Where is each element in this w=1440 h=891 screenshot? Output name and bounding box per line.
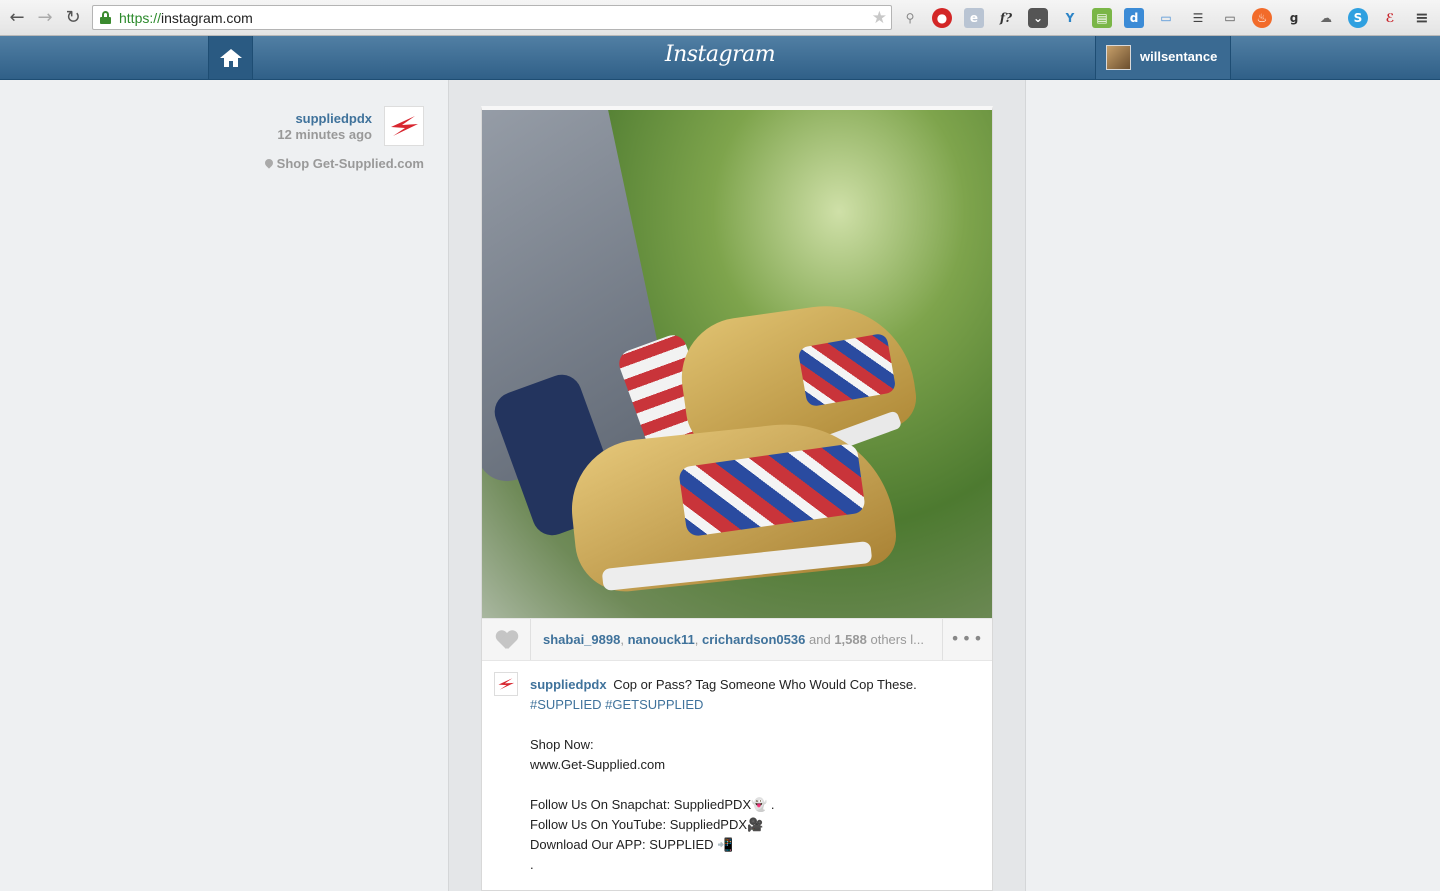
adblock-extension-icon[interactable]: ● (932, 8, 952, 28)
instagram-header: Instagram willsentance (0, 36, 1440, 80)
post-location-link[interactable]: Shop Get-Supplied.com (262, 156, 424, 171)
heart-icon (496, 631, 518, 651)
caption-author-avatar[interactable] (494, 672, 518, 696)
liker-link[interactable]: crichardson0536 (702, 632, 805, 647)
caption-shop-label: Shop Now: (530, 737, 594, 752)
delicious-extension-icon[interactable]: d (1124, 8, 1144, 28)
like-button[interactable] (482, 619, 531, 660)
buffer-extension-icon[interactable]: Y (1060, 8, 1080, 28)
post-card: shabai_9898, nanouck11, crichardson0536 … (481, 106, 993, 891)
search-extension-icon[interactable]: ⚲ (900, 8, 920, 28)
caption-username-link[interactable]: suppliedpdx (530, 677, 607, 692)
likes-bar: shabai_9898, nanouck11, crichardson0536 … (482, 618, 992, 661)
folder-extension-icon[interactable]: ▭ (1156, 8, 1176, 28)
more-options-button[interactable]: ••• (942, 619, 992, 660)
author-username-link[interactable]: suppliedpdx (295, 111, 372, 126)
cast-extension-icon[interactable]: ▭ (1220, 8, 1240, 28)
likes-summary: shabai_9898, nanouck11, crichardson0536 … (543, 632, 924, 647)
like-count[interactable]: 1,588 (834, 632, 867, 647)
liker-link[interactable]: shabai_9898 (543, 632, 620, 647)
address-bar[interactable]: https://instagram.com ★ (92, 5, 892, 30)
grammarly-extension-icon[interactable]: g (1284, 8, 1304, 28)
back-icon[interactable]: ← (6, 7, 28, 29)
forward-icon[interactable]: → (34, 7, 56, 29)
caption-shop-url: www.Get-Supplied.com (530, 757, 666, 772)
caption-app: Download Our APP: SUPPLIED 📲 (530, 837, 734, 852)
liker-link[interactable]: nanouck11 (628, 632, 695, 647)
username-label: willsentance (1140, 49, 1218, 64)
home-button[interactable] (208, 36, 253, 79)
supplied-logo-icon (498, 678, 515, 690)
author-avatar[interactable] (384, 106, 424, 146)
cloud-extension-icon[interactable]: ☁ (1316, 8, 1336, 28)
user-avatar (1106, 45, 1131, 70)
fire-extension-icon[interactable]: ♨ (1252, 8, 1272, 28)
print-extension-icon[interactable]: ▤ (1092, 8, 1112, 28)
caption-dot: . (530, 857, 534, 872)
instagram-logo[interactable]: Instagram (620, 42, 820, 67)
bookmark-star-icon[interactable]: ★ (872, 8, 887, 28)
home-icon (220, 49, 242, 58)
lock-icon (100, 11, 111, 24)
menu-icon[interactable]: ≡ (1412, 8, 1432, 28)
post-timestamp[interactable]: 12 minutes ago (277, 127, 372, 142)
font-extension-icon[interactable]: f? (996, 8, 1016, 28)
caption-snapchat: Follow Us On Snapchat: SuppliedPDX👻 . (530, 797, 775, 812)
reload-icon[interactable]: ↻ (62, 7, 84, 29)
post-photo[interactable] (482, 110, 992, 618)
evernote-extension-icon[interactable]: e (964, 8, 984, 28)
user-menu-button[interactable]: willsentance (1095, 36, 1231, 79)
caption-text: Cop or Pass? Tag Someone Who Would Cop T… (613, 677, 917, 692)
lastpass-extension-icon[interactable]: ℰ (1380, 8, 1400, 28)
supplied-logo-icon (391, 116, 418, 136)
reader-extension-icon[interactable]: ☰ (1188, 8, 1208, 28)
skype-extension-icon[interactable]: S (1348, 8, 1368, 28)
caption-youtube: Follow Us On YouTube: SuppliedPDX🎥 (530, 817, 764, 832)
pocket-extension-icon[interactable]: ⌄ (1028, 8, 1048, 28)
url-text[interactable]: https://instagram.com (119, 10, 253, 26)
location-pin-icon (262, 157, 275, 169)
post-author-info: suppliedpdx 12 minutes ago Shop Get-Supp… (240, 106, 424, 186)
browser-toolbar: ← → ↻ https://instagram.com ★ ⚲ ● e f? ⌄… (0, 0, 1440, 36)
caption-hashtags[interactable]: #SUPPLIED #GETSUPPLIED (530, 695, 970, 715)
